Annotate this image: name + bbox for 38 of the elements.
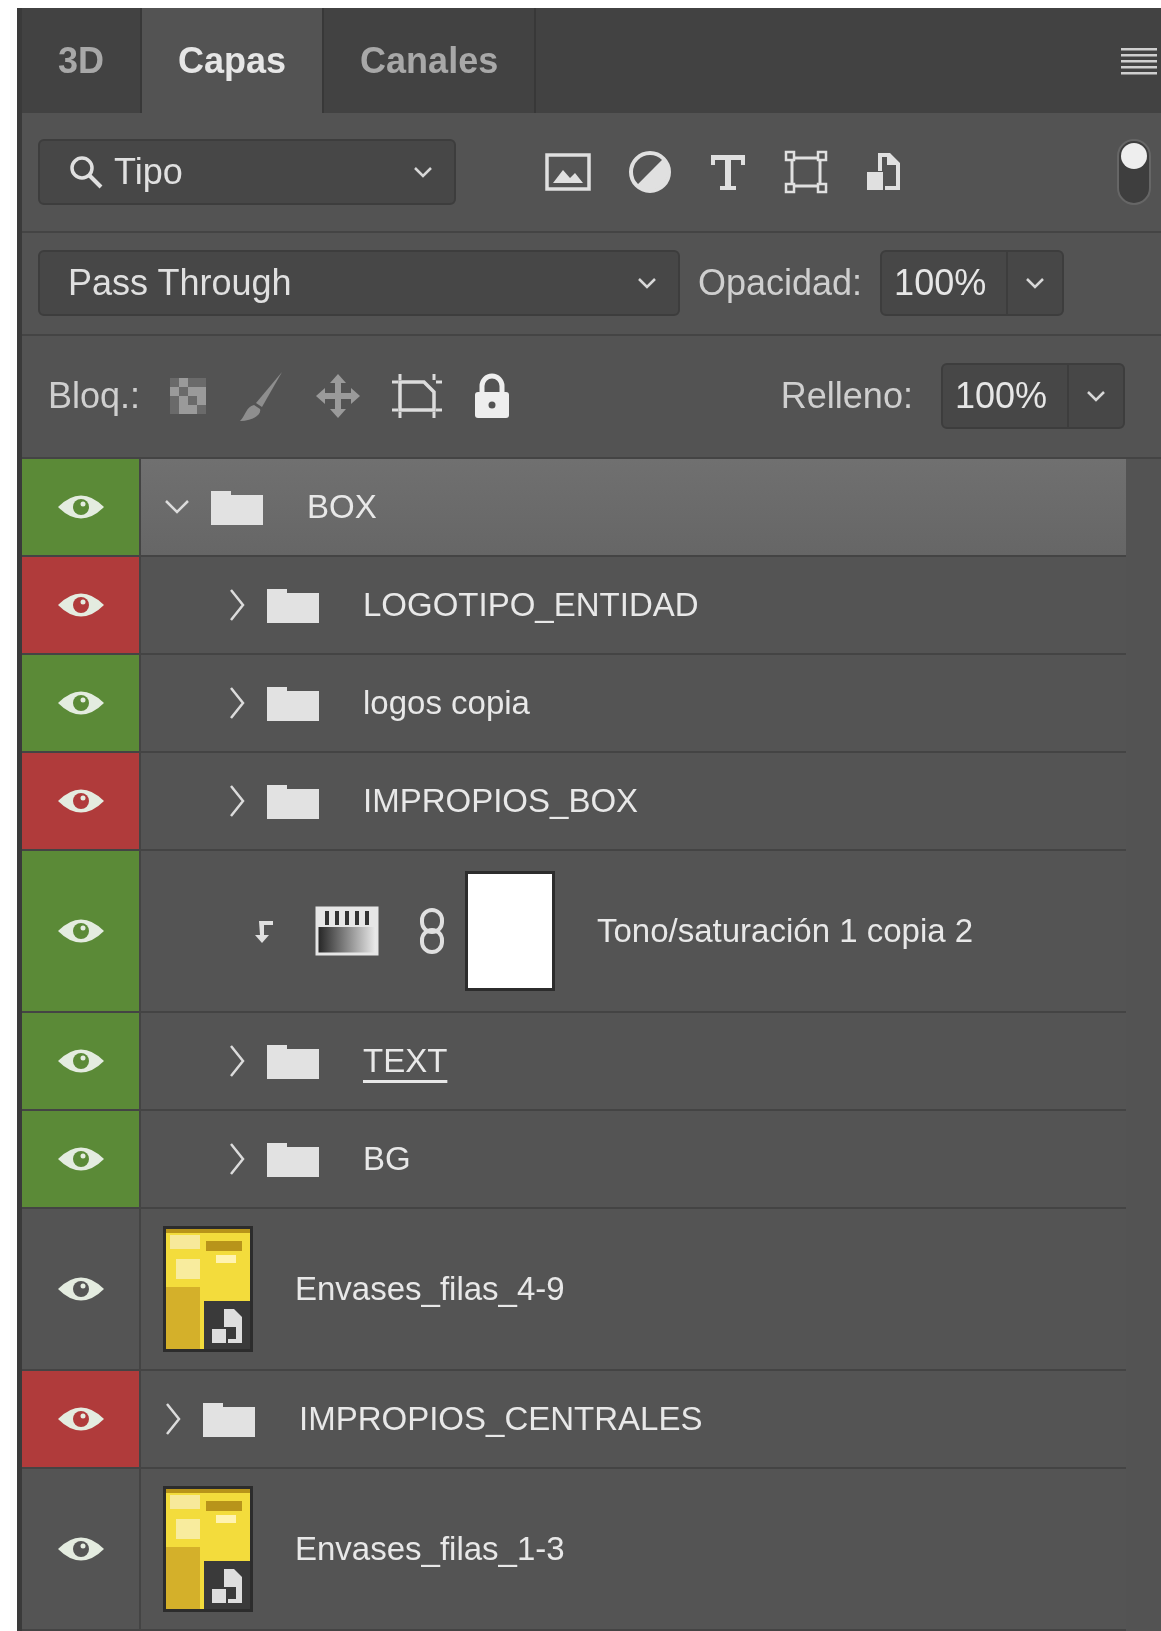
search-icon [68, 153, 104, 190]
layer-row[interactable]: BOX [141, 459, 1126, 555]
opacity-field[interactable]: 100% [880, 250, 1065, 317]
image-filter-icon[interactable] [544, 151, 592, 192]
chevron-right-icon[interactable] [227, 685, 247, 721]
chevron-down-icon [636, 276, 658, 291]
color-label[interactable] [22, 1111, 141, 1207]
chevron-right-icon[interactable] [227, 587, 247, 623]
color-label[interactable] [22, 1371, 141, 1467]
chevron-down-icon [412, 164, 434, 179]
color-label[interactable] [22, 753, 141, 849]
adjustment-filter-icon[interactable] [628, 149, 672, 194]
chevron-right-icon[interactable] [227, 1043, 247, 1079]
adjustment-icon [315, 906, 379, 956]
color-label[interactable] [22, 1013, 141, 1109]
link-icon [417, 907, 447, 955]
chevron-down-icon [1085, 389, 1107, 404]
filter-toggle[interactable] [1117, 138, 1151, 205]
chevron-right-icon[interactable] [227, 783, 247, 819]
color-label[interactable] [22, 557, 141, 653]
panel-tab[interactable]: Capas [142, 8, 325, 114]
color-label[interactable] [22, 851, 141, 1011]
chevron-right-icon[interactable] [227, 1141, 247, 1177]
lock-transparency-icon[interactable] [168, 376, 209, 417]
fill-label: Relleno: [780, 375, 913, 418]
opacity-label: Opacidad: [698, 262, 863, 305]
smart-object-icon [204, 1301, 250, 1349]
color-label[interactable] [22, 655, 141, 751]
filter-dropdown[interactable]: Tipo [38, 138, 456, 205]
color-label[interactable] [22, 459, 141, 555]
shape-filter-icon[interactable] [784, 149, 828, 194]
fill-field[interactable]: 100% [940, 363, 1125, 430]
lock-label: Bloq.: [48, 375, 141, 418]
smart-object-icon [204, 1561, 250, 1609]
chevron-right-icon[interactable] [163, 1401, 183, 1437]
blend-mode-dropdown[interactable]: Pass Through [38, 250, 680, 317]
chevron-down-icon [1024, 276, 1047, 291]
artboard-lock-icon[interactable] [390, 372, 445, 421]
